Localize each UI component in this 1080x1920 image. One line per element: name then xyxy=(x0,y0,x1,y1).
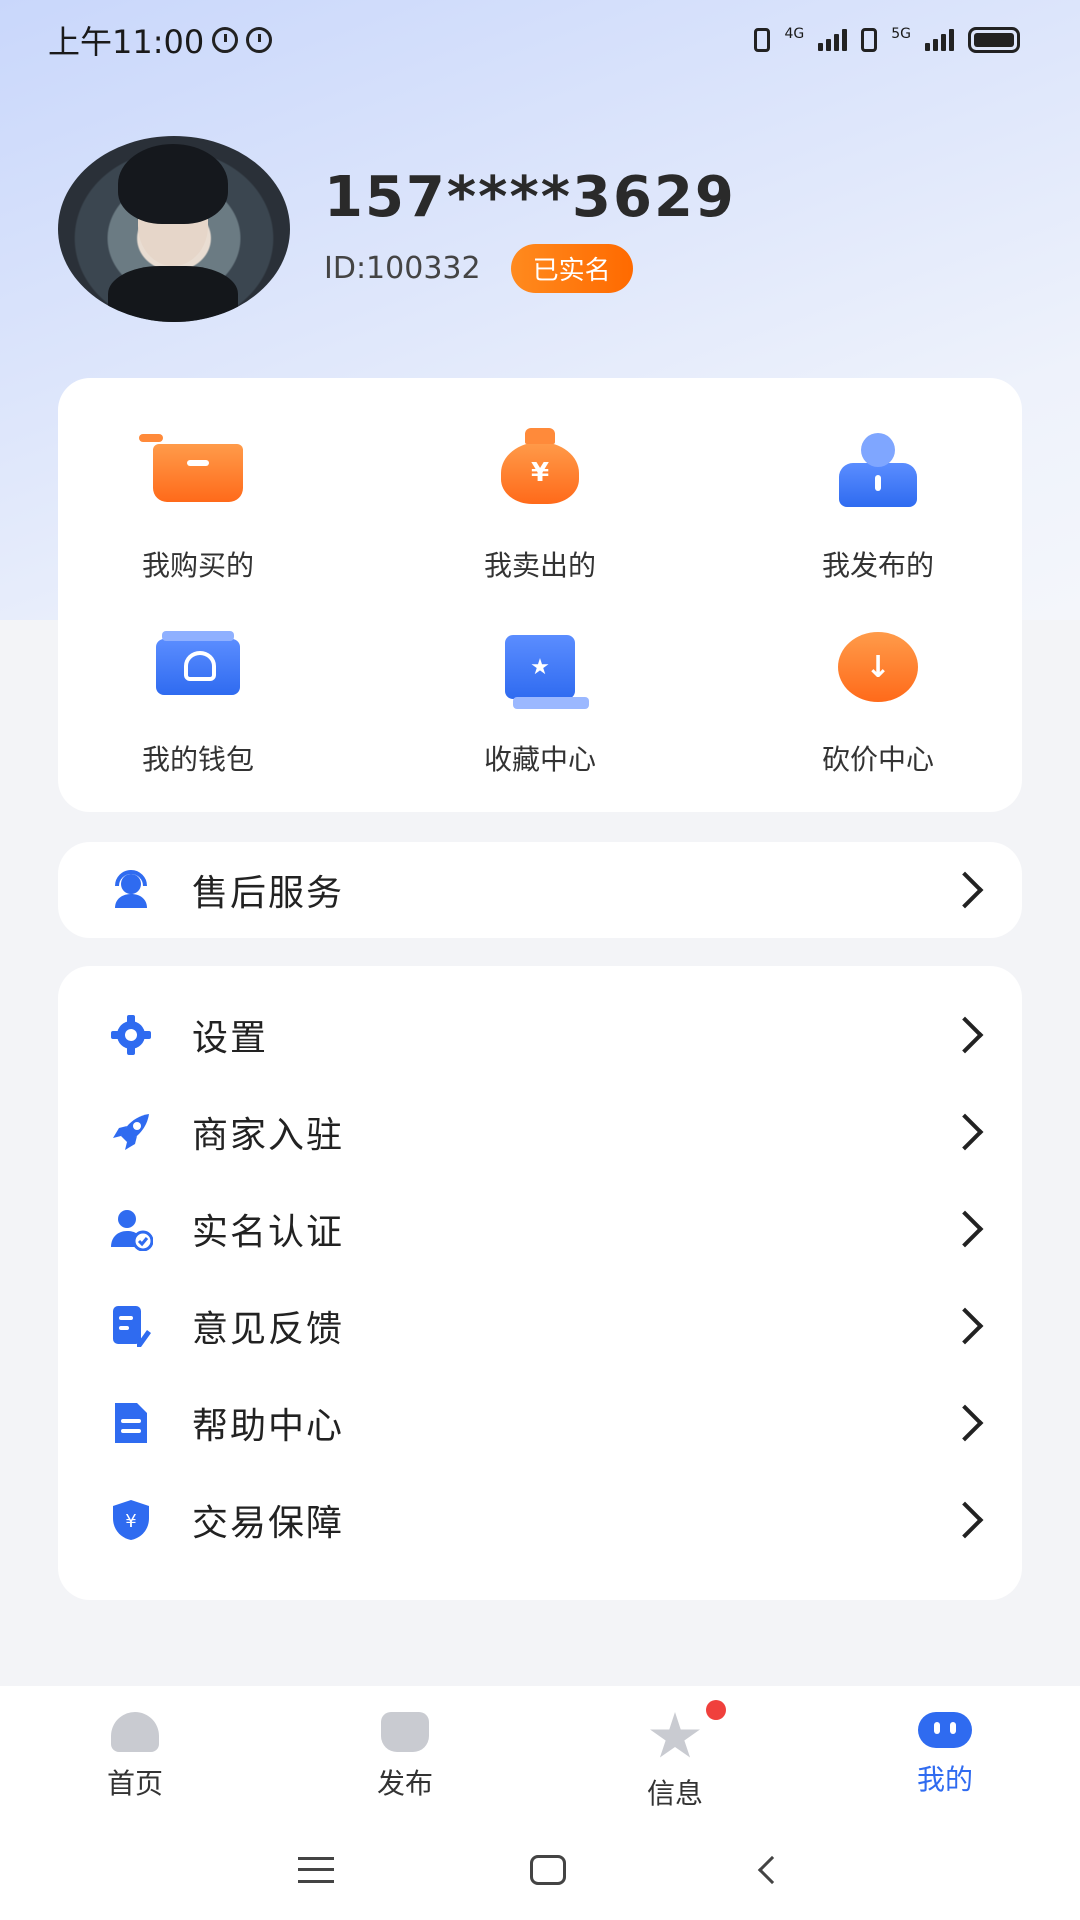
money-bag-icon: ¥ xyxy=(501,428,579,504)
menu-icon[interactable] xyxy=(298,1857,334,1883)
menu-row-settings[interactable]: 设置 xyxy=(58,986,1022,1083)
rocket-icon xyxy=(108,1109,154,1155)
after-sales-card: 售后服务 xyxy=(58,842,1022,938)
grid-item-purchased[interactable]: 我购买的 xyxy=(78,418,318,584)
menu-row-trade-guarantee[interactable]: ¥ 交易保障 xyxy=(58,1471,1022,1568)
menu-row-help[interactable]: 帮助中心 xyxy=(58,1374,1022,1471)
chevron-right-icon xyxy=(946,871,984,909)
wallet-icon xyxy=(156,631,240,695)
settings-list-card: 设置 商家入驻 实名认证 意见反馈 帮助中心 ¥ 交易保障 xyxy=(58,966,1022,1600)
bottom-tab-bar: 首页 发布 信息 我的 xyxy=(0,1686,1080,1820)
user-id: ID:100332 xyxy=(324,251,481,286)
grid-item-label: 我购买的 xyxy=(141,549,254,582)
menu-row-label: 意见反馈 xyxy=(192,1308,345,1350)
network-type-2: 5G xyxy=(891,26,911,42)
grid-item-label: 我发布的 xyxy=(821,549,934,582)
home-icon xyxy=(111,1712,159,1752)
menu-row-feedback[interactable]: 意见反馈 xyxy=(58,1277,1022,1374)
menu-row-after-sales[interactable]: 售后服务 xyxy=(58,842,1022,938)
tab-label: 信息 xyxy=(646,1777,703,1810)
tab-label: 发布 xyxy=(376,1767,433,1800)
chevron-right-icon xyxy=(946,1501,984,1538)
battery-icon xyxy=(968,27,1020,53)
status-bar: 上午11:00 4G 5G xyxy=(0,0,1080,80)
menu-row-label: 售后服务 xyxy=(192,873,345,914)
grid-item-published[interactable]: 我发布的 xyxy=(758,418,998,584)
chevron-right-icon xyxy=(946,1307,984,1344)
tab-messages[interactable]: 信息 xyxy=(540,1686,810,1820)
menu-row-label: 帮助中心 xyxy=(192,1405,345,1447)
customer-service-icon xyxy=(108,867,154,913)
grid-item-bargain[interactable]: ↓ 砍价中心 xyxy=(758,612,998,778)
grid-item-wallet[interactable]: 我的钱包 xyxy=(78,612,318,778)
signal-icon-1 xyxy=(818,29,848,51)
alarm-icon xyxy=(212,27,239,53)
document-icon xyxy=(108,1400,154,1446)
chevron-right-icon xyxy=(946,1404,984,1441)
notification-dot xyxy=(706,1700,726,1720)
grid-item-label: 砍价中心 xyxy=(821,743,934,776)
tab-home[interactable]: 首页 xyxy=(0,1686,270,1820)
user-phone: 157****3629 xyxy=(324,165,736,230)
tab-label: 首页 xyxy=(106,1767,163,1800)
network-type-1: 4G xyxy=(784,26,805,42)
tab-label: 我的 xyxy=(916,1763,973,1796)
menu-row-merchant[interactable]: 商家入驻 xyxy=(58,1083,1022,1180)
menu-row-real-name[interactable]: 实名认证 xyxy=(58,1180,1022,1277)
star-icon xyxy=(650,1712,700,1758)
sim1-icon xyxy=(754,28,771,52)
back-icon[interactable] xyxy=(757,1855,787,1885)
chevron-right-icon xyxy=(946,1113,984,1150)
avatar[interactable] xyxy=(58,136,290,322)
tab-publish[interactable]: 发布 xyxy=(270,1686,540,1820)
sim2-icon xyxy=(861,28,878,52)
menu-row-label: 设置 xyxy=(192,1017,269,1059)
tab-mine[interactable]: 我的 xyxy=(810,1686,1080,1820)
grid-item-label: 我卖出的 xyxy=(483,549,596,582)
bag-icon xyxy=(381,1712,429,1752)
system-nav-bar xyxy=(0,1820,1080,1920)
chevron-right-icon xyxy=(946,1016,984,1053)
svg-text:¥: ¥ xyxy=(125,1511,136,1532)
status-time: 上午11:00 xyxy=(48,23,205,61)
me-icon xyxy=(918,1712,972,1748)
shield-icon: ¥ xyxy=(108,1497,154,1543)
bargain-icon: ↓ xyxy=(838,632,918,702)
home-button-icon[interactable] xyxy=(530,1855,566,1885)
chevron-right-icon xyxy=(946,1210,984,1247)
feedback-icon xyxy=(108,1303,154,1349)
grid-item-favorites[interactable]: ★ 收藏中心 xyxy=(420,612,660,778)
menu-row-label: 商家入驻 xyxy=(192,1114,345,1156)
cart-icon xyxy=(139,434,243,502)
favorite-icon: ★ xyxy=(505,635,589,709)
menu-row-label: 实名认证 xyxy=(192,1211,345,1253)
verified-badge: 已实名 xyxy=(510,244,633,293)
eye-icon xyxy=(246,27,273,53)
user-verified-icon xyxy=(108,1206,154,1252)
signal-icon-2 xyxy=(925,29,954,51)
grid-item-sold[interactable]: ¥ 我卖出的 xyxy=(420,418,660,584)
publish-icon xyxy=(839,433,917,507)
menu-row-label: 交易保障 xyxy=(192,1502,345,1544)
gear-icon xyxy=(108,1012,154,1058)
grid-item-label: 收藏中心 xyxy=(483,743,596,776)
quick-actions-card: 我购买的 ¥ 我卖出的 我发布的 我的钱包 ★ 收藏中心 ↓ 砍价中心 xyxy=(58,378,1022,812)
grid-item-label: 我的钱包 xyxy=(141,743,254,776)
profile-header[interactable]: 157****3629 ID:100332 已实名 xyxy=(58,136,736,322)
